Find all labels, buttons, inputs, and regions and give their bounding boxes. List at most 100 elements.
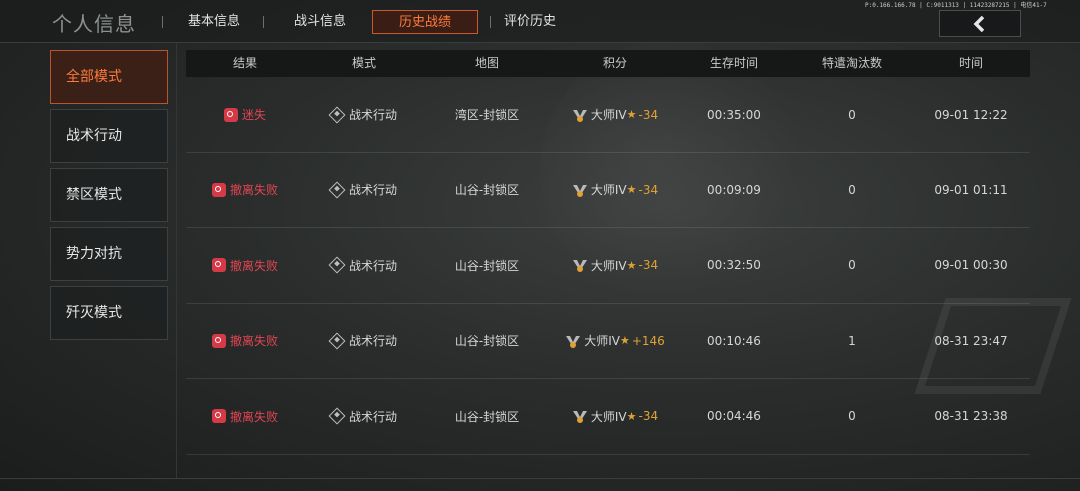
match-time: 09-01 12:22 xyxy=(934,107,1008,122)
score-cell: 大师IV ★ -34 xyxy=(550,379,680,454)
back-button[interactable] xyxy=(939,10,1021,37)
time-cell: 09-01 12:22 xyxy=(916,77,1026,152)
survival-time: 00:09:09 xyxy=(707,182,761,197)
table-row[interactable]: 撤离失败 战术行动 山谷-封锁区 大师IV ★ -34 00:09:09 0 0… xyxy=(186,152,1030,229)
rank-badge-icon xyxy=(572,411,587,424)
result-label: 撤离失败 xyxy=(229,334,278,349)
tab-match-history[interactable]: 历史战绩 xyxy=(372,10,478,34)
result-cell: 迷失 xyxy=(186,77,304,152)
mode-label: 战术行动 xyxy=(348,183,397,198)
survival-time: 00:10:46 xyxy=(707,333,761,348)
table-row[interactable]: 撤离失败 战术行动 山谷-封锁区 大师IV ★ -34 00:32:50 0 0… xyxy=(186,228,1030,304)
mode-cell: 战术行动 xyxy=(304,152,424,227)
score-cell: 大师IV ★ -34 xyxy=(550,77,680,152)
mode-cell: 战术行动 xyxy=(304,228,424,303)
star-icon: ★ xyxy=(626,409,637,423)
score-delta: -34 xyxy=(638,107,659,122)
time-cell: 08-31 23:47 xyxy=(916,303,1026,378)
header-score: 积分 xyxy=(602,56,627,70)
kills-cell: 1 xyxy=(788,303,916,378)
map-cell: 山谷-封锁区 xyxy=(424,303,550,378)
star-icon: ★ xyxy=(626,258,637,272)
bottom-divider xyxy=(0,478,1080,479)
survival-cell: 00:04:46 xyxy=(680,379,788,454)
table-row[interactable]: 迷失 战术行动 湾区-封锁区 大师IV ★ -34 00:35:00 0 09-… xyxy=(186,77,1030,153)
header-map: 地图 xyxy=(474,56,499,70)
score-delta: -34 xyxy=(638,182,659,197)
result-cell: 撤离失败 xyxy=(186,303,304,378)
page-title: 个人信息 xyxy=(52,12,136,36)
sidebar-item-tactical-ops[interactable]: 战术行动 xyxy=(50,109,168,163)
score-delta: -34 xyxy=(638,258,659,273)
tab-battle-info[interactable]: 战斗信息 xyxy=(282,10,358,34)
tab-divider xyxy=(490,16,491,28)
mode-cell: 战术行动 xyxy=(304,77,424,152)
top-bar: 个人信息 基本信息 战斗信息 历史战绩 评价历史 P:0.166.166.78 … xyxy=(0,0,1080,43)
result-label: 撤离失败 xyxy=(229,183,278,198)
fail-icon xyxy=(211,409,226,424)
tab-review-history[interactable]: 评价历史 xyxy=(494,10,566,34)
table-row[interactable]: 撤离失败 战术行动 山谷-封锁区 大师IV ★ +146 00:10:46 1 … xyxy=(186,303,1030,380)
tab-basic-info[interactable]: 基本信息 xyxy=(178,10,250,34)
diamond-icon xyxy=(328,106,346,123)
survival-time: 00:35:00 xyxy=(707,107,761,122)
rank-label: 大师IV xyxy=(584,334,620,349)
time-cell: 09-01 01:11 xyxy=(916,152,1026,227)
table-row[interactable]: 撤离失败 战术行动 山谷-封锁区 大师IV ★ -34 00:04:46 0 0… xyxy=(186,379,1030,455)
kill-count: 1 xyxy=(848,333,856,348)
kills-cell: 0 xyxy=(788,228,916,303)
rank-badge-icon xyxy=(566,335,581,348)
chevron-left-icon xyxy=(973,15,985,32)
kills-cell: 0 xyxy=(788,152,916,227)
kill-count: 0 xyxy=(848,409,856,424)
header-time: 时间 xyxy=(958,56,983,70)
fail-icon xyxy=(211,182,226,197)
rank-label: 大师IV xyxy=(590,409,627,424)
title-divider xyxy=(162,16,163,28)
star-icon: ★ xyxy=(619,334,630,348)
kill-count: 0 xyxy=(848,182,856,197)
result-label: 迷失 xyxy=(241,108,266,122)
match-time: 09-01 00:30 xyxy=(934,258,1008,273)
diamond-icon xyxy=(328,407,346,425)
header-survival-time: 生存时间 xyxy=(709,56,758,70)
mode-cell: 战术行动 xyxy=(304,303,424,378)
sidebar-item-restricted-zone[interactable]: 禁区模式 xyxy=(50,168,168,222)
time-cell: 09-01 00:30 xyxy=(916,228,1026,303)
result-cell: 撤离失败 xyxy=(186,228,304,303)
star-icon: ★ xyxy=(626,183,637,197)
map-label: 山谷-封锁区 xyxy=(454,409,520,424)
rank-badge-icon xyxy=(572,184,587,197)
mode-label: 战术行动 xyxy=(348,108,397,122)
kill-count: 0 xyxy=(848,107,856,122)
survival-cell: 00:10:46 xyxy=(680,303,788,378)
diamond-icon xyxy=(328,332,346,350)
match-time: 09-01 01:11 xyxy=(934,182,1008,197)
sidebar-item-faction-war[interactable]: 势力对抗 xyxy=(50,227,168,281)
rank-badge-icon xyxy=(572,260,587,273)
map-cell: 山谷-封锁区 xyxy=(424,379,550,454)
rank-badge-icon xyxy=(572,109,587,122)
score-cell: 大师IV ★ -34 xyxy=(550,152,680,227)
map-label: 湾区-封锁区 xyxy=(454,108,520,122)
survival-time: 00:04:46 xyxy=(707,409,761,424)
result-cell: 撤离失败 xyxy=(186,152,304,227)
map-cell: 山谷-封锁区 xyxy=(424,228,550,303)
table-header: 结果 模式 地图 积分 生存时间 特遣淘汰数 时间 xyxy=(186,50,1030,77)
mode-label: 战术行动 xyxy=(348,258,397,273)
map-label: 山谷-封锁区 xyxy=(454,183,520,198)
mode-label: 战术行动 xyxy=(348,334,397,349)
sidebar-item-annihilation[interactable]: 歼灭模式 xyxy=(50,286,168,340)
header-result: 结果 xyxy=(232,56,257,70)
survival-cell: 00:35:00 xyxy=(680,77,788,152)
rank-label: 大师IV xyxy=(590,258,627,273)
result-cell: 撤离失败 xyxy=(186,379,304,454)
sidebar-item-all-modes[interactable]: 全部模式 xyxy=(50,50,168,104)
kills-cell: 0 xyxy=(788,77,916,152)
rank-label: 大师IV xyxy=(590,183,627,198)
score-cell: 大师IV ★ -34 xyxy=(550,228,680,303)
fail-icon xyxy=(223,107,238,122)
map-label: 山谷-封锁区 xyxy=(454,334,520,349)
header-mode: 模式 xyxy=(351,56,376,70)
result-label: 撤离失败 xyxy=(229,409,278,424)
